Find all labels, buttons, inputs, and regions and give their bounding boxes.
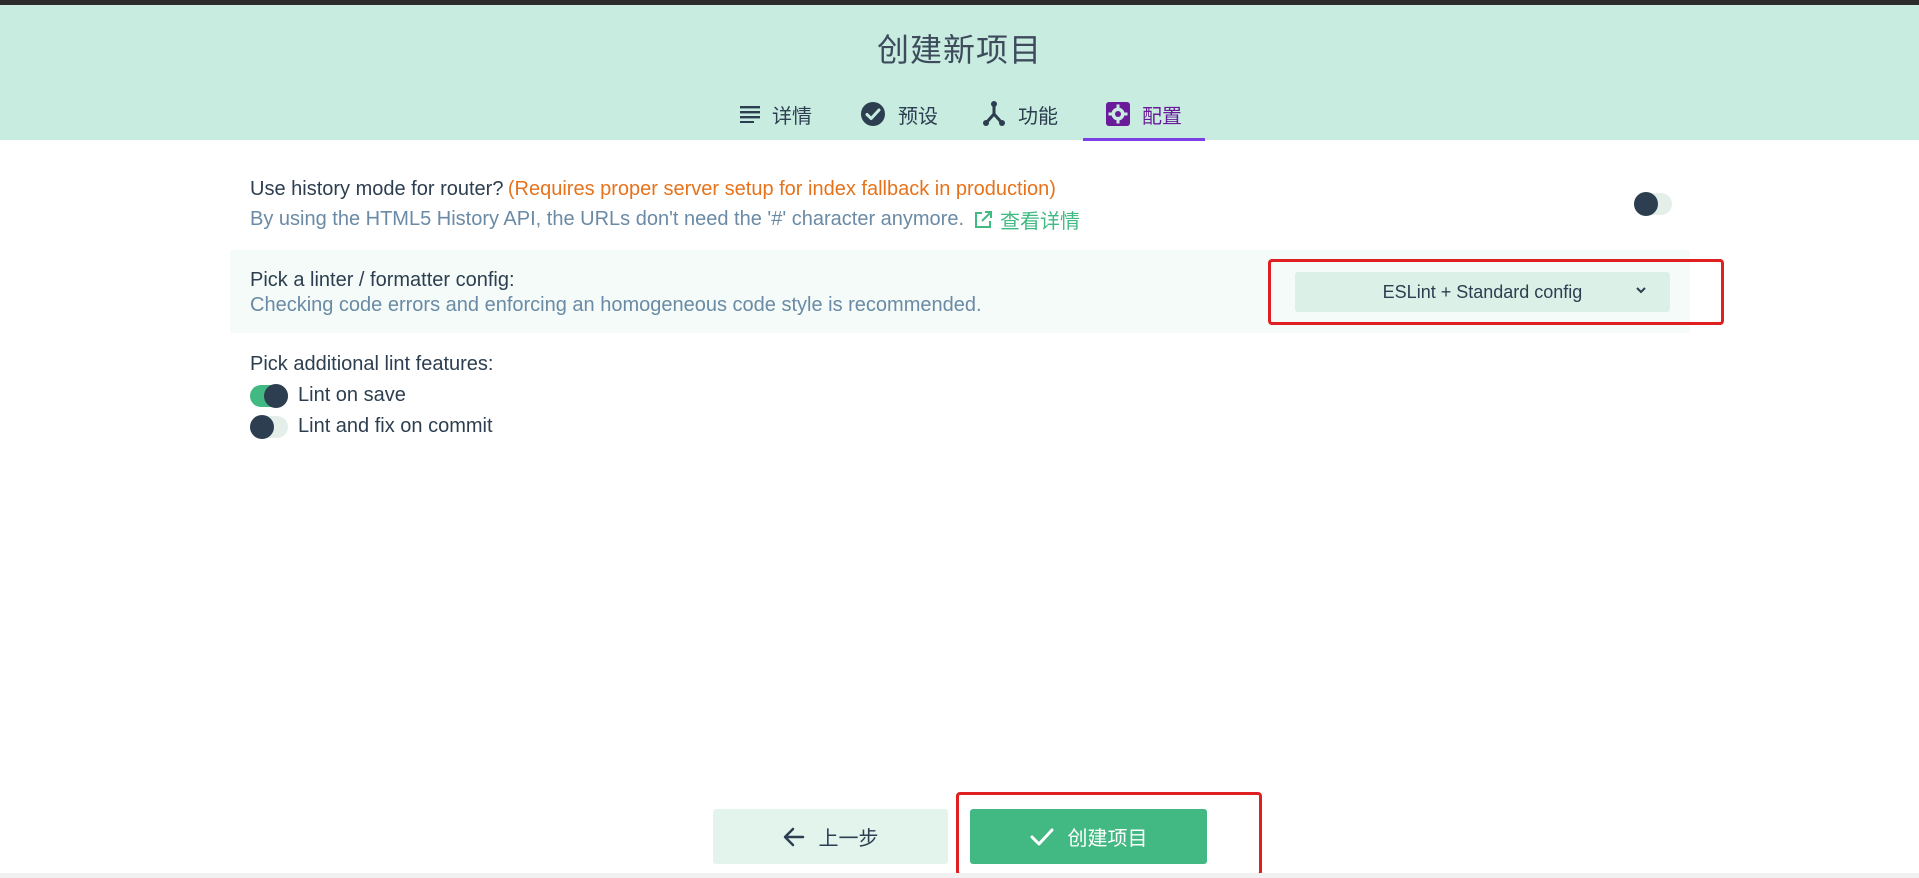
tab-details-label: 详情 — [772, 103, 812, 128]
router-history-row: Use history mode for router? (Requires p… — [250, 178, 1080, 234]
page-title: 创建新项目 — [876, 31, 1042, 69]
tab-features-label: 功能 — [1018, 103, 1058, 128]
tab-presets-label: 预设 — [898, 103, 938, 128]
router-description: By using the HTML5 History API, the URLs… — [250, 208, 965, 230]
annotation-highlight-select — [1268, 259, 1724, 325]
bottom-strip — [0, 873, 1919, 878]
lint-features-row: Pick additional lint features: Lint on s… — [250, 353, 494, 439]
annotation-highlight-create — [956, 792, 1262, 876]
check-circle-icon — [861, 102, 885, 126]
lint-fix-commit-item[interactable]: Lint and fix on commit — [250, 414, 493, 439]
previous-step-label: 上一步 — [818, 826, 879, 850]
tab-config-label: 配置 — [1142, 103, 1182, 128]
toggle-knob — [1634, 192, 1658, 216]
lint-on-save-item[interactable]: Lint on save — [250, 383, 493, 408]
header: 创建新项目 详情 预设 功能 配置 — [0, 5, 1919, 141]
external-link-icon — [975, 210, 993, 228]
toggle-knob — [250, 414, 274, 439]
view-details-link[interactable]: 查看详情 — [1000, 205, 1080, 234]
arrow-left-icon — [783, 827, 804, 846]
tab-bar: 详情 预设 功能 配置 — [0, 88, 1919, 140]
lint-fix-commit-toggle[interactable] — [250, 414, 288, 439]
lint-fix-commit-label: Lint and fix on commit — [298, 415, 493, 437]
tab-config[interactable]: 配置 — [1106, 88, 1182, 140]
router-question: Use history mode for router? — [250, 178, 504, 200]
tab-presets[interactable]: 预设 — [860, 88, 938, 140]
linter-label: Pick a linter / formatter config: — [250, 269, 515, 291]
previous-step-button[interactable]: 上一步 — [713, 809, 948, 864]
list-icon — [740, 106, 760, 123]
lint-features-label: Pick additional lint features: — [250, 353, 494, 375]
router-warning: (Requires proper server setup for index … — [507, 178, 1056, 200]
fork-icon — [983, 101, 1005, 126]
lint-on-save-toggle[interactable] — [250, 383, 288, 408]
lint-on-save-label: Lint on save — [298, 384, 406, 406]
toggle-knob — [264, 383, 288, 408]
linter-description: Checking code errors and enforcing an ho… — [250, 294, 982, 316]
tab-details[interactable]: 详情 — [740, 88, 812, 140]
tab-features[interactable]: 功能 — [982, 88, 1058, 140]
gear-icon — [1106, 102, 1130, 126]
history-mode-toggle[interactable] — [1634, 192, 1672, 216]
active-tab-indicator — [1083, 138, 1205, 141]
